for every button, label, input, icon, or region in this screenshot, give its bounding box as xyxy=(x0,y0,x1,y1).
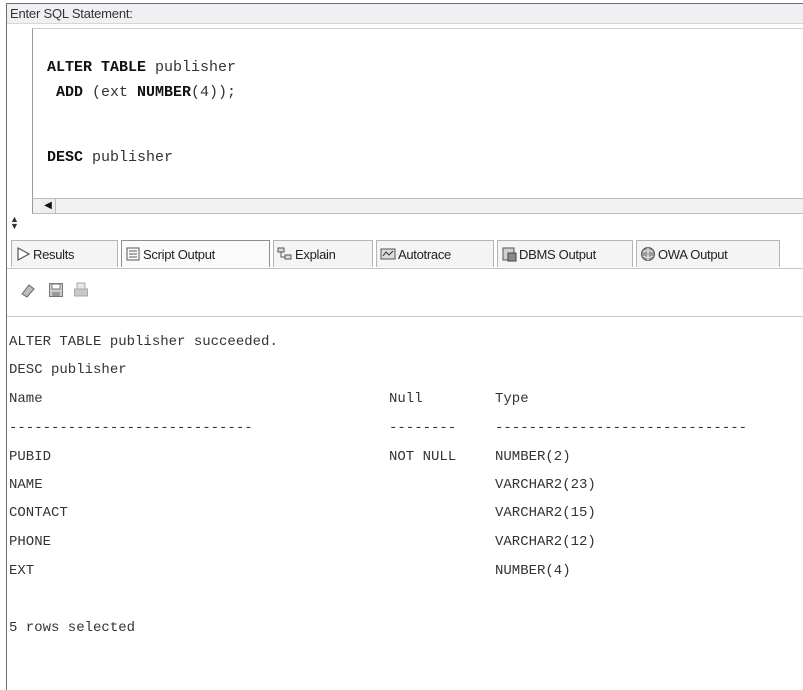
separator-null: -------- xyxy=(389,420,457,436)
sql-keyword: ALTER TABLE xyxy=(47,59,147,76)
row-name: PHONE xyxy=(9,534,52,550)
sql-keyword: DESC xyxy=(47,149,84,166)
sql-line-1: ALTER TABLE publisher xyxy=(47,59,236,76)
row-type: NUMBER(4) xyxy=(495,563,571,579)
tab-label: OWA Output xyxy=(658,247,728,262)
tab-owa-output[interactable]: OWA Output xyxy=(636,240,780,267)
row-type: VARCHAR2(15) xyxy=(495,505,596,521)
editor-horizontal-scrollbar[interactable]: ◀ xyxy=(32,198,803,214)
tab-script-output[interactable]: Script Output xyxy=(121,240,270,267)
sql-text: (4)); xyxy=(191,84,237,101)
row-name: PUBID xyxy=(9,449,52,465)
tab-dbms-output[interactable]: DBMS Output xyxy=(497,240,633,267)
toolbar-divider xyxy=(7,306,803,317)
output-toolbar xyxy=(7,270,803,306)
tab-label: Explain xyxy=(295,247,336,262)
column-header-null: Null xyxy=(389,391,423,407)
sql-line-2: ADD (ext NUMBER(4)); xyxy=(56,84,236,101)
tab-label: Results xyxy=(33,247,75,262)
save-disk-icon[interactable] xyxy=(48,282,64,298)
sql-editor[interactable]: ALTER TABLE publisher ADD (ext NUMBER(4)… xyxy=(32,28,803,199)
autotrace-icon xyxy=(380,248,396,260)
rows-selected-footer: 5 rows selected xyxy=(9,620,136,636)
sql-keyword: ADD xyxy=(56,84,84,101)
row-type: VARCHAR2(12) xyxy=(495,534,596,550)
sql-worksheet: Enter SQL Statement: ALTER TABLE publish… xyxy=(6,3,803,690)
tab-label: DBMS Output xyxy=(519,247,596,262)
sql-line-3: DESC publisher xyxy=(47,149,173,166)
scroll-left-icon[interactable]: ◀ xyxy=(41,199,56,213)
separator-name: ----------------------------- xyxy=(9,420,253,436)
output-tabbar: Results Script Output Explain Autotrace … xyxy=(7,235,803,269)
dbms-output-icon xyxy=(502,247,517,262)
script-output-pane[interactable]: ALTER TABLE publisher succeeded. DESC pu… xyxy=(7,317,803,690)
row-null: NOT NULL xyxy=(389,449,457,465)
row-type: NUMBER(2) xyxy=(495,449,571,465)
output-command: DESC publisher xyxy=(9,362,127,378)
output-status: ALTER TABLE publisher succeeded. xyxy=(9,334,278,350)
eraser-icon[interactable] xyxy=(20,282,36,298)
tab-autotrace[interactable]: Autotrace xyxy=(376,240,494,267)
sql-text: publisher xyxy=(146,59,237,76)
sql-text: publisher xyxy=(83,149,174,166)
row-name: CONTACT xyxy=(9,505,68,521)
splitter-arrows-icon[interactable]: ▲ ▼ xyxy=(10,215,30,232)
tab-explain[interactable]: Explain xyxy=(273,240,373,267)
tab-label: Autotrace xyxy=(398,247,451,262)
tab-label: Script Output xyxy=(143,247,215,262)
sql-keyword: NUMBER xyxy=(137,84,192,101)
row-name: NAME xyxy=(9,477,43,493)
row-type: VARCHAR2(23) xyxy=(495,477,596,493)
separator-type: ------------------------------ xyxy=(495,420,748,436)
row-name: EXT xyxy=(9,563,35,579)
owa-globe-icon xyxy=(641,247,655,261)
tab-results[interactable]: Results xyxy=(11,240,118,267)
column-header-name: Name xyxy=(9,391,43,407)
sql-text: (ext xyxy=(83,84,138,101)
editor-label: Enter SQL Statement: xyxy=(7,4,803,24)
column-header-type: Type xyxy=(495,391,529,407)
play-triangle-icon xyxy=(17,246,31,262)
print-icon[interactable] xyxy=(73,282,89,298)
script-document-icon xyxy=(126,247,140,261)
explain-plan-icon xyxy=(277,247,292,260)
